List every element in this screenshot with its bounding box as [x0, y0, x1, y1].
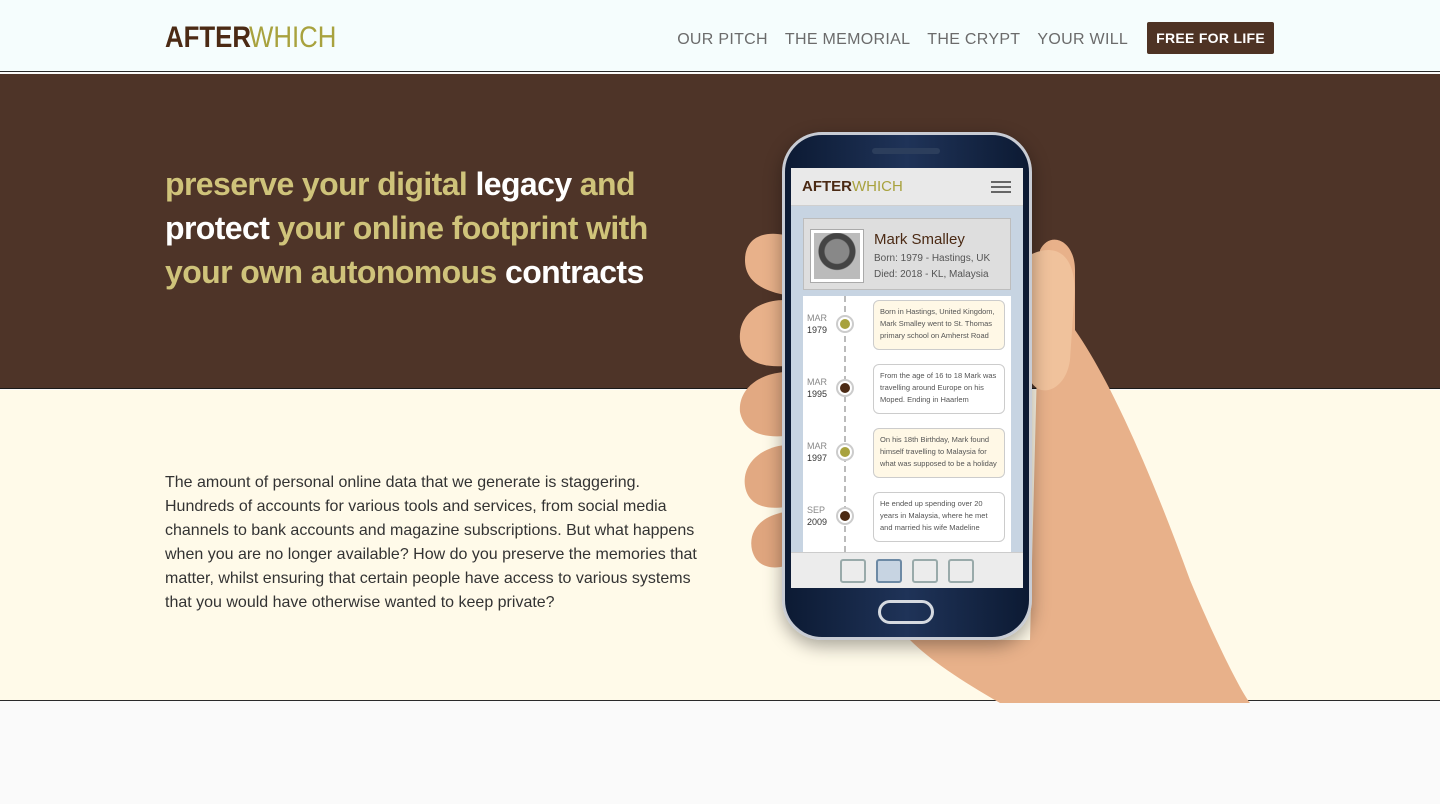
timeline: MAR 1979 Born in Hastings, United Kingdom…	[803, 296, 1011, 552]
profile-name: Mark Smalley	[874, 231, 965, 248]
free-for-life-button[interactable]: FREE FOR LIFE	[1147, 22, 1274, 54]
timeline-dot-icon	[836, 379, 854, 397]
inbox-icon[interactable]	[912, 558, 938, 583]
hamburger-menu-icon[interactable]	[991, 181, 1011, 193]
app-logo: AFTERWHICH	[802, 178, 903, 195]
app-tab-bar	[791, 552, 1023, 588]
next-section	[0, 703, 1440, 804]
timeline-item[interactable]: MAR 1995 From the age of 16 to 18 Mark wa…	[803, 362, 1011, 418]
profile-area: Mark Smalley Born: 1979 - Hastings, UK D…	[791, 206, 1023, 552]
logo-part-after: AFTER	[165, 21, 251, 54]
timeline-item[interactable]: MAR 1997 On his 18th Birthday, Mark found…	[803, 426, 1011, 482]
app-header: AFTERWHICH	[791, 168, 1023, 206]
nav-your-will[interactable]: YOUR WILL	[1037, 30, 1128, 50]
phone-speaker	[872, 148, 940, 154]
nav-our-pitch[interactable]: OUR PITCH	[677, 30, 768, 50]
avatar	[810, 229, 864, 283]
profile-card: Mark Smalley Born: 1979 - Hastings, UK D…	[803, 218, 1011, 290]
timeline-item[interactable]: SEP 2009 He ended up spending over 20 yea…	[803, 490, 1011, 546]
navbar: AFTERWHICH OUR PITCH THE MEMORIAL THE CR…	[0, 0, 1440, 72]
hero-headline: preserve your digital legacy and protect…	[165, 166, 648, 290]
people-icon[interactable]	[876, 558, 902, 583]
intro-section: The amount of personal online data that …	[0, 390, 1440, 701]
profile-born: Born: 1979 - Hastings, UK	[874, 253, 991, 264]
timeline-item[interactable]: MAR 1979 Born in Hastings, United Kingdom…	[803, 298, 1011, 354]
server-icon[interactable]	[948, 558, 974, 583]
intro-paragraph: The amount of personal online data that …	[165, 474, 697, 611]
timeline-dot-icon	[836, 443, 854, 461]
monitor-icon[interactable]	[840, 558, 866, 583]
nav-the-crypt[interactable]: THE CRYPT	[927, 30, 1020, 50]
phone-screen: AFTERWHICH Mark Smalley Born: 1979 - Has…	[791, 168, 1023, 588]
profile-died: Died: 2018 - KL, Malaysia	[874, 269, 989, 280]
timeline-dot-icon	[836, 315, 854, 333]
timeline-dot-icon	[836, 507, 854, 525]
hero-section: preserve your digital legacy and protect…	[0, 74, 1440, 389]
main-nav: OUR PITCH THE MEMORIAL THE CRYPT YOUR WI…	[677, 22, 1274, 54]
site-logo[interactable]: AFTERWHICH	[165, 21, 351, 55]
phone-home-button	[878, 600, 934, 624]
nav-the-memorial[interactable]: THE MEMORIAL	[785, 30, 910, 50]
logo-part-which: WHICH	[249, 21, 337, 54]
